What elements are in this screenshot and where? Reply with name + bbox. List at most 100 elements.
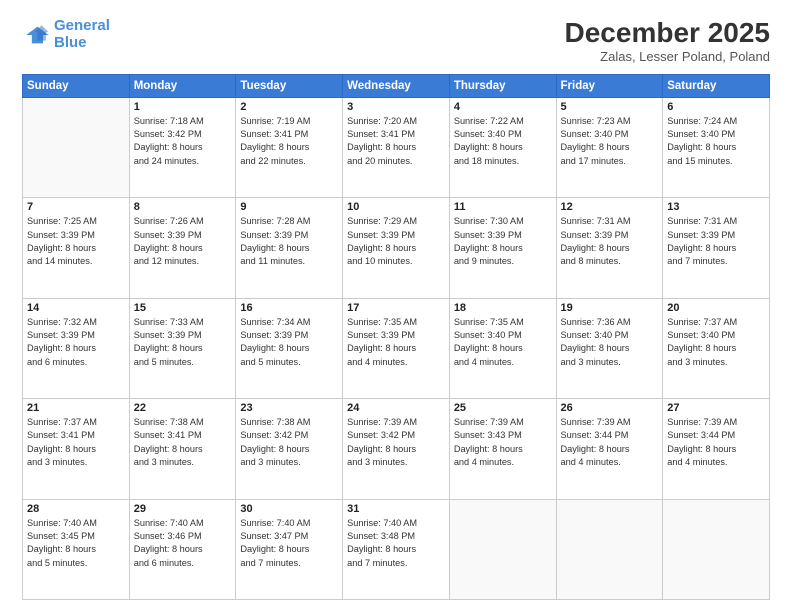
- day-number: 25: [454, 402, 552, 414]
- day-number: 5: [561, 101, 659, 113]
- calendar-cell: 23Sunrise: 7:38 AMSunset: 3:42 PMDayligh…: [236, 399, 343, 499]
- day-info: Sunrise: 7:40 AMSunset: 3:46 PMDaylight:…: [134, 517, 232, 570]
- day-info: Sunrise: 7:28 AMSunset: 3:39 PMDaylight:…: [240, 215, 338, 268]
- day-info: Sunrise: 7:39 AMSunset: 3:44 PMDaylight:…: [561, 416, 659, 469]
- weekday-header: Saturday: [663, 74, 770, 97]
- day-info: Sunrise: 7:18 AMSunset: 3:42 PMDaylight:…: [134, 115, 232, 168]
- calendar-cell: 22 Sunrise: 7:38 AMSunset: 3:41 PMDayligh…: [129, 399, 236, 499]
- day-number: 12: [561, 201, 659, 213]
- day-info: Sunrise: 7:34 AMSunset: 3:39 PMDaylight:…: [240, 316, 338, 369]
- day-number: 17: [347, 302, 445, 314]
- calendar-cell: 8 Sunrise: 7:26 AMSunset: 3:39 PMDaylight…: [129, 198, 236, 298]
- calendar-cell: 17 Sunrise: 7:35 AMSunset: 3:39 PMDayligh…: [343, 298, 450, 398]
- day-number: 13: [667, 201, 765, 213]
- day-number: 26: [561, 402, 659, 414]
- day-number: 16: [240, 302, 338, 314]
- day-info: Sunrise: 7:37 AMSunset: 3:41 PMDaylight:…: [27, 416, 125, 469]
- day-info: Sunrise: 7:37 AMSunset: 3:40 PMDaylight:…: [667, 316, 765, 369]
- calendar-cell: [449, 499, 556, 599]
- calendar-week-row: 7 Sunrise: 7:25 AMSunset: 3:39 PMDaylight…: [23, 198, 770, 298]
- day-info: Sunrise: 7:39 AMSunset: 3:43 PMDaylight:…: [454, 416, 552, 469]
- day-info: Sunrise: 7:36 AMSunset: 3:40 PMDaylight:…: [561, 316, 659, 369]
- day-info: Sunrise: 7:20 AMSunset: 3:41 PMDaylight:…: [347, 115, 445, 168]
- calendar-cell: 13 Sunrise: 7:31 AMSunset: 3:39 PMDayligh…: [663, 198, 770, 298]
- calendar-cell: 16 Sunrise: 7:34 AMSunset: 3:39 PMDayligh…: [236, 298, 343, 398]
- calendar-cell: 3 Sunrise: 7:20 AMSunset: 3:41 PMDaylight…: [343, 97, 450, 197]
- day-info: Sunrise: 7:25 AMSunset: 3:39 PMDaylight:…: [27, 215, 125, 268]
- logo-icon: [22, 21, 50, 49]
- logo-text: General Blue: [54, 18, 110, 51]
- calendar-week-row: 1 Sunrise: 7:18 AMSunset: 3:42 PMDaylight…: [23, 97, 770, 197]
- day-info: Sunrise: 7:31 AMSunset: 3:39 PMDaylight:…: [667, 215, 765, 268]
- calendar-cell: 1 Sunrise: 7:18 AMSunset: 3:42 PMDaylight…: [129, 97, 236, 197]
- day-number: 11: [454, 201, 552, 213]
- calendar-cell: 28Sunrise: 7:40 AMSunset: 3:45 PMDayligh…: [23, 499, 130, 599]
- day-number: 7: [27, 201, 125, 213]
- day-info: Sunrise: 7:35 AMSunset: 3:40 PMDaylight:…: [454, 316, 552, 369]
- day-number: 27: [667, 402, 765, 414]
- day-info: Sunrise: 7:33 AMSunset: 3:39 PMDaylight:…: [134, 316, 232, 369]
- calendar-cell: 4Sunrise: 7:22 AMSunset: 3:40 PMDaylight…: [449, 97, 556, 197]
- day-number: 8: [134, 201, 232, 213]
- day-info: Sunrise: 7:26 AMSunset: 3:39 PMDaylight:…: [134, 215, 232, 268]
- day-number: 6: [667, 101, 765, 113]
- logo-line1: General: [54, 17, 110, 34]
- day-number: 14: [27, 302, 125, 314]
- day-number: 3: [347, 101, 445, 113]
- calendar-cell: 10Sunrise: 7:29 AMSunset: 3:39 PMDayligh…: [343, 198, 450, 298]
- calendar-cell: 2 Sunrise: 7:19 AMSunset: 3:41 PMDaylight…: [236, 97, 343, 197]
- page: General Blue December 2025 Zalas, Lesser…: [0, 0, 792, 612]
- calendar-cell: 18Sunrise: 7:35 AMSunset: 3:40 PMDayligh…: [449, 298, 556, 398]
- day-info: Sunrise: 7:29 AMSunset: 3:39 PMDaylight:…: [347, 215, 445, 268]
- logo-line2: Blue: [54, 34, 87, 51]
- calendar-cell: 14Sunrise: 7:32 AMSunset: 3:39 PMDayligh…: [23, 298, 130, 398]
- calendar-cell: 7 Sunrise: 7:25 AMSunset: 3:39 PMDaylight…: [23, 198, 130, 298]
- day-number: 2: [240, 101, 338, 113]
- day-info: Sunrise: 7:40 AMSunset: 3:47 PMDaylight:…: [240, 517, 338, 570]
- day-info: Sunrise: 7:39 AMSunset: 3:44 PMDaylight:…: [667, 416, 765, 469]
- day-info: Sunrise: 7:24 AMSunset: 3:40 PMDaylight:…: [667, 115, 765, 168]
- day-info: Sunrise: 7:31 AMSunset: 3:39 PMDaylight:…: [561, 215, 659, 268]
- weekday-row: SundayMondayTuesdayWednesdayThursdayFrid…: [23, 74, 770, 97]
- weekday-header: Thursday: [449, 74, 556, 97]
- day-info: Sunrise: 7:22 AMSunset: 3:40 PMDaylight:…: [454, 115, 552, 168]
- calendar-table: SundayMondayTuesdayWednesdayThursdayFrid…: [22, 74, 770, 600]
- day-number: 1: [134, 101, 232, 113]
- calendar-header: SundayMondayTuesdayWednesdayThursdayFrid…: [23, 74, 770, 97]
- calendar-cell: 12 Sunrise: 7:31 AMSunset: 3:39 PMDayligh…: [556, 198, 663, 298]
- month-title: December 2025: [565, 18, 770, 49]
- day-number: 24: [347, 402, 445, 414]
- calendar-cell: 19 Sunrise: 7:36 AMSunset: 3:40 PMDayligh…: [556, 298, 663, 398]
- calendar-cell: 30Sunrise: 7:40 AMSunset: 3:47 PMDayligh…: [236, 499, 343, 599]
- location: Zalas, Lesser Poland, Poland: [565, 49, 770, 64]
- day-info: Sunrise: 7:19 AMSunset: 3:41 PMDaylight:…: [240, 115, 338, 168]
- day-info: Sunrise: 7:38 AMSunset: 3:41 PMDaylight:…: [134, 416, 232, 469]
- title-block: December 2025 Zalas, Lesser Poland, Pola…: [565, 18, 770, 64]
- weekday-header: Wednesday: [343, 74, 450, 97]
- calendar-cell: 27 Sunrise: 7:39 AMSunset: 3:44 PMDayligh…: [663, 399, 770, 499]
- day-number: 20: [667, 302, 765, 314]
- calendar-cell: 15 Sunrise: 7:33 AMSunset: 3:39 PMDayligh…: [129, 298, 236, 398]
- calendar-cell: 31Sunrise: 7:40 AMSunset: 3:48 PMDayligh…: [343, 499, 450, 599]
- day-number: 21: [27, 402, 125, 414]
- logo: General Blue: [22, 18, 110, 51]
- day-number: 22: [134, 402, 232, 414]
- day-info: Sunrise: 7:30 AMSunset: 3:39 PMDaylight:…: [454, 215, 552, 268]
- calendar-cell: 26 Sunrise: 7:39 AMSunset: 3:44 PMDayligh…: [556, 399, 663, 499]
- day-info: Sunrise: 7:40 AMSunset: 3:45 PMDaylight:…: [27, 517, 125, 570]
- calendar-cell: 24Sunrise: 7:39 AMSunset: 3:42 PMDayligh…: [343, 399, 450, 499]
- calendar-cell: [663, 499, 770, 599]
- day-number: 19: [561, 302, 659, 314]
- calendar-week-row: 21 Sunrise: 7:37 AMSunset: 3:41 PMDayligh…: [23, 399, 770, 499]
- calendar-cell: 21 Sunrise: 7:37 AMSunset: 3:41 PMDayligh…: [23, 399, 130, 499]
- day-number: 23: [240, 402, 338, 414]
- calendar-cell: 6 Sunrise: 7:24 AMSunset: 3:40 PMDaylight…: [663, 97, 770, 197]
- calendar-cell: 29 Sunrise: 7:40 AMSunset: 3:46 PMDayligh…: [129, 499, 236, 599]
- day-number: 29: [134, 503, 232, 515]
- calendar-body: 1 Sunrise: 7:18 AMSunset: 3:42 PMDaylight…: [23, 97, 770, 599]
- day-info: Sunrise: 7:35 AMSunset: 3:39 PMDaylight:…: [347, 316, 445, 369]
- calendar-cell: [556, 499, 663, 599]
- day-info: Sunrise: 7:40 AMSunset: 3:48 PMDaylight:…: [347, 517, 445, 570]
- day-number: 15: [134, 302, 232, 314]
- calendar-cell: [23, 97, 130, 197]
